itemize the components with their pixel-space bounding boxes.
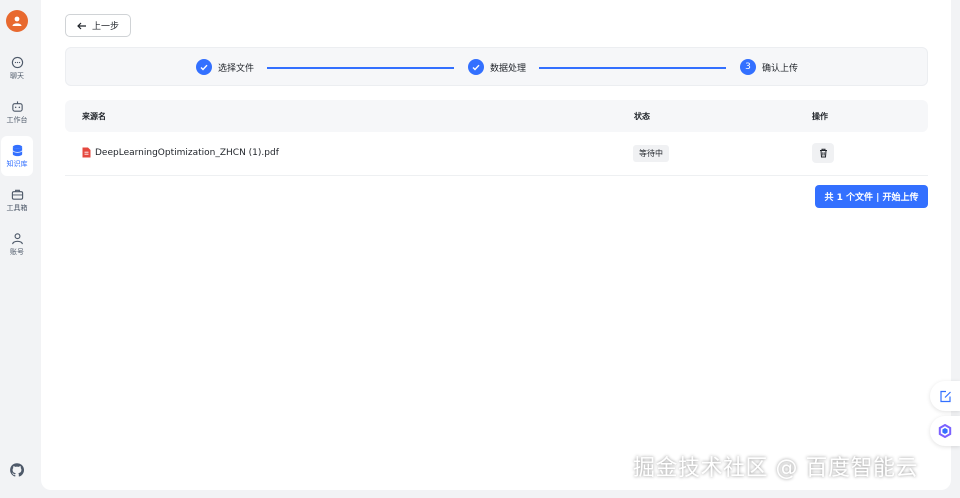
start-upload-button[interactable]: 共 1 个文件 | 开始上传 [815, 185, 928, 208]
watermark: 掘金技术社区 @ 百度智能云 [633, 456, 918, 481]
step-label: 确认上传 [762, 63, 799, 74]
sidebar-item-label: 工作台 [6, 115, 28, 124]
sidebar-item-label: 知识库 [6, 159, 28, 168]
toolbox-icon [11, 189, 23, 200]
database-icon [11, 144, 23, 156]
sidebar-item-label: 聊天 [10, 71, 24, 80]
user-icon [11, 232, 23, 244]
status-badge: 等待中 [633, 145, 669, 162]
avatar[interactable] [6, 10, 28, 32]
step-confirm-upload: 3 确认上传 [740, 59, 798, 75]
column-header-status: 状态 [634, 112, 650, 121]
sidebar-nav: 聊天 工作台 知识库 工具箱 账号 [1, 48, 33, 264]
table-row: DeepLearningOptimization_ZHCN (1).pdf 等待… [65, 132, 928, 176]
github-link[interactable] [9, 462, 25, 482]
sidebar-item-workbench[interactable]: 工作台 [1, 92, 33, 132]
float-assistant-button[interactable] [930, 416, 960, 446]
sidebar-item-knowledge-base[interactable]: 知识库 [1, 136, 33, 176]
sidebar-item-chat[interactable]: 聊天 [1, 48, 33, 88]
float-edit-button[interactable] [930, 381, 960, 411]
main-panel: 上一步 选择文件 数据处理 3 确认上传 来源名 状态 操作 DeepLearn… [41, 0, 951, 490]
sidebar-item-label: 工具箱 [6, 203, 28, 212]
upload-steps: 选择文件 数据处理 3 确认上传 [65, 47, 928, 86]
pdf-file-icon [82, 147, 91, 158]
github-icon [10, 463, 25, 477]
check-icon [196, 59, 212, 75]
back-button-label: 上一步 [91, 22, 119, 32]
step-data-processing: 数据处理 [468, 59, 526, 75]
arrow-left-icon [77, 22, 86, 29]
back-button[interactable]: 上一步 [65, 14, 131, 37]
step-label: 数据处理 [490, 63, 527, 74]
file-name: DeepLearningOptimization_ZHCN (1).pdf [95, 147, 279, 158]
edit-note-icon [939, 390, 951, 402]
delete-button[interactable] [812, 143, 834, 163]
hexagon-logo-icon [938, 424, 952, 438]
chat-icon [11, 56, 23, 68]
file-cell: DeepLearningOptimization_ZHCN (1).pdf [82, 147, 279, 158]
step-connector [539, 67, 726, 69]
step-select-file: 选择文件 [196, 59, 254, 75]
user-avatar-icon [12, 16, 22, 26]
check-icon [468, 59, 484, 75]
sidebar: 聊天 工作台 知识库 工具箱 账号 [0, 0, 34, 498]
column-header-actions: 操作 [812, 112, 828, 121]
column-header-source: 来源名 [82, 112, 106, 121]
step-number: 3 [740, 59, 756, 75]
trash-icon [819, 148, 827, 158]
step-connector [267, 67, 454, 69]
sidebar-item-toolbox[interactable]: 工具箱 [1, 180, 33, 220]
step-label: 选择文件 [218, 63, 255, 74]
robot-icon [11, 100, 23, 112]
table-header: 来源名 状态 操作 [65, 100, 928, 132]
file-table: 来源名 状态 操作 DeepLearningOptimization_ZHCN … [65, 100, 928, 176]
sidebar-item-account[interactable]: 账号 [1, 224, 33, 264]
sidebar-item-label: 账号 [10, 247, 24, 256]
